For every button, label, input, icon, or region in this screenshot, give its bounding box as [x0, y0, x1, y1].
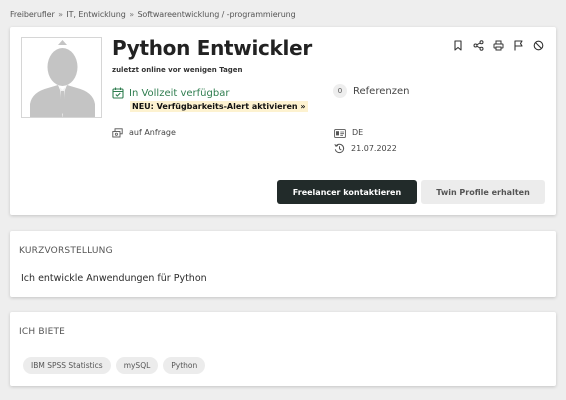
intro-card: KURZVORSTELLUNG Ich entwickle Anwendunge… [10, 231, 556, 297]
rate-text: auf Anfrage [129, 128, 176, 137]
skill-tag[interactable]: Python [163, 357, 206, 374]
flag-icon[interactable] [512, 39, 524, 51]
date-text: 21.07.2022 [351, 144, 397, 153]
calendar-check-icon [112, 84, 124, 103]
share-icon[interactable] [472, 39, 484, 51]
references[interactable]: 0 Referenzen [333, 84, 409, 98]
block-icon[interactable] [532, 39, 544, 51]
references-count: 0 [333, 84, 347, 98]
intro-heading: KURZVORSTELLUNG [19, 246, 113, 256]
references-label: Referenzen [353, 85, 410, 97]
contact-freelancer-button[interactable]: Freelancer kontaktieren [277, 180, 417, 204]
breadcrumb-item-freiberufler[interactable]: Freiberufler [10, 10, 55, 19]
profile-date: 21.07.2022 [334, 139, 397, 158]
country-text: DE [352, 128, 364, 137]
default-avatar-icon [22, 38, 101, 117]
skill-tag[interactable]: mySQL [115, 357, 159, 374]
skill-tag[interactable]: IBM SPSS Statistics [23, 357, 111, 374]
print-icon[interactable] [492, 39, 504, 51]
breadcrumb-separator: » [58, 10, 63, 19]
breadcrumb-item-it-entwicklung[interactable]: IT, Entwicklung [66, 10, 125, 19]
breadcrumb-item-softwareentwicklung[interactable]: Softwareentwicklung / -programmierung [137, 10, 295, 19]
offer-card: ICH BIETE IBM SPSS Statistics mySQL Pyth… [10, 312, 556, 386]
availability-text: In Vollzeit verfügbar [129, 88, 230, 99]
breadcrumb: Freiberufler » IT, Entwicklung » Softwar… [10, 10, 296, 19]
twin-profile-button[interactable]: Twin Profile erhalten [421, 180, 545, 204]
profile-card: Python Entwickler zuletzt online vor wen… [10, 27, 556, 215]
profile-title: Python Entwickler [112, 36, 312, 60]
bookmark-icon[interactable] [452, 39, 464, 51]
intro-text: Ich entwickle Anwendungen für Python [21, 273, 207, 284]
skill-tags: IBM SPSS Statistics mySQL Python [23, 357, 206, 374]
profile-actions [452, 39, 544, 51]
avatar [21, 37, 102, 118]
money-icon [112, 123, 123, 142]
history-icon [334, 139, 345, 158]
offer-heading: ICH BIETE [19, 327, 66, 337]
breadcrumb-separator: » [129, 10, 134, 19]
last-online-status: zuletzt online vor wenigen Tagen [112, 66, 243, 74]
rate: auf Anfrage [112, 123, 176, 142]
availability-alert-link[interactable]: NEU: Verfügbarkeits-Alert aktivieren » [130, 101, 308, 112]
